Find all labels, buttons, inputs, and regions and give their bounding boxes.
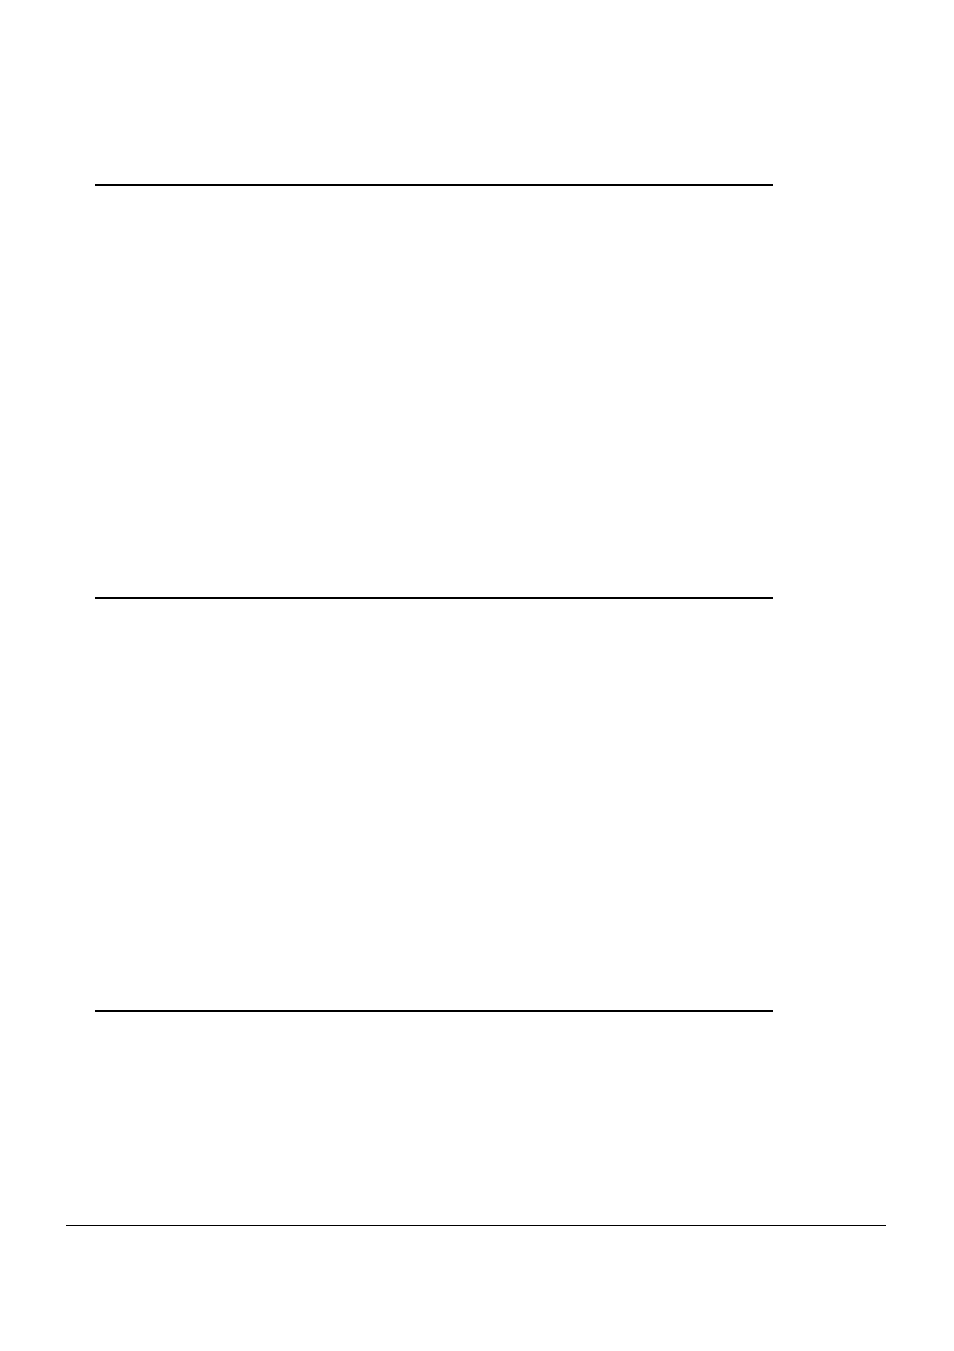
horizontal-rule <box>95 1010 773 1012</box>
footer-horizontal-rule <box>66 1225 886 1226</box>
horizontal-rule <box>95 184 773 186</box>
horizontal-rule <box>95 597 773 599</box>
